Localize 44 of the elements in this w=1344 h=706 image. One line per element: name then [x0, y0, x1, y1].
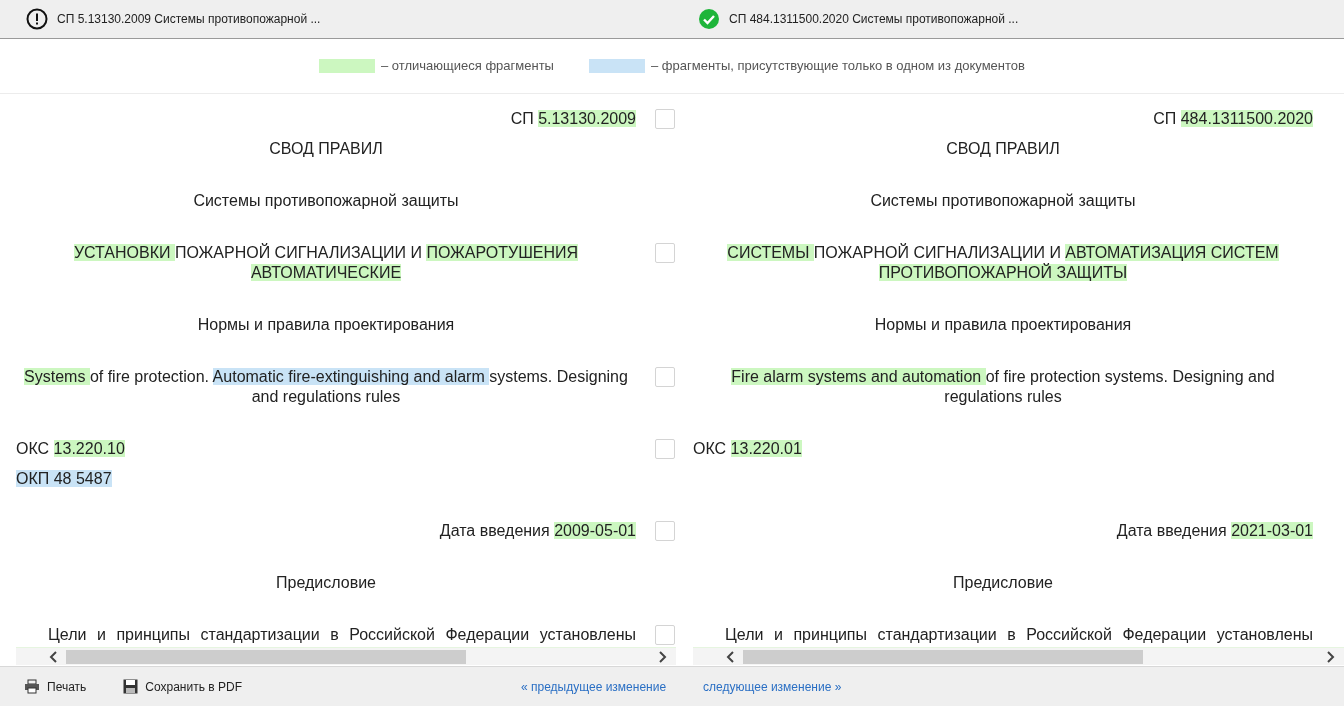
scrollbar-thumb[interactable] [743, 649, 1143, 664]
checkbox[interactable] [654, 367, 675, 387]
previous-change-link[interactable]: « предыдущее изменение [521, 677, 667, 696]
paragraph-text: СВОД ПРАВИЛ [268, 139, 384, 159]
horizontal-scrollbar[interactable] [16, 647, 676, 665]
printer-icon [24, 679, 40, 694]
checkbox[interactable] [654, 109, 675, 129]
paragraph-text: Цели и принципы стандартизации в Российской Федерации установлены [724, 625, 1313, 645]
paragraph-text: Цели и принципы стандартизации в Российской Федерации установлены [47, 625, 636, 645]
paragraph-text: ОКС 13.220.10 [16, 439, 126, 459]
paragraph-text: Systems of fire protection. Automatic fire-extinguishing and alarm systems. Designing and regulations rules [23, 367, 629, 407]
warning-icon [26, 8, 48, 30]
checkbox[interactable] [654, 521, 675, 541]
legend-label: – фрагменты, присутствующие только в одном из документов [650, 57, 1025, 76]
paragraph-text: Нормы и правила проектирования [196, 315, 456, 335]
paragraph-text: Системы противопожарной защиты [192, 191, 460, 211]
paragraph-text: ОКС 13.220.01 [693, 439, 803, 459]
print-button[interactable]: Печать [24, 677, 87, 696]
document-title: СП 5.13130.2009 Системы противопожарной ... [57, 11, 321, 28]
checkbox[interactable] [654, 243, 675, 263]
legend-swatch [588, 59, 645, 73]
paragraph-text: Дата введения 2021-03-01 [1115, 521, 1313, 541]
paragraph-text: Предисловие [275, 573, 377, 593]
paragraph-text: СВОД ПРАВИЛ [945, 139, 1061, 159]
horizontal-scrollbar[interactable] [693, 647, 1344, 665]
paragraph-text: Системы противопожарной защиты [869, 191, 1137, 211]
paragraph-text: СП 5.13130.2009 [509, 109, 636, 129]
checkbox[interactable] [654, 439, 675, 459]
legend-swatch [319, 59, 376, 73]
scrollbar-thumb[interactable] [66, 649, 466, 664]
checkbox[interactable] [654, 625, 675, 645]
paragraph-text: ОКП 48 5487 [16, 469, 113, 489]
paragraph-text: СИСТЕМЫ ПОЖАРНОЙ СИГНАЛИЗАЦИИ И АВТОМАТИЗАЦИЯ СИСТЕМ ПРОТИВОПОЖАРНОЙ ЗАЩИТЫ [726, 243, 1280, 283]
document-title: СП 484.1311500.2020 Системы противопожарной ... [729, 11, 1019, 28]
legend-label: – отличающиеся фрагменты [381, 57, 554, 76]
paragraph-text: Нормы и правила проектирования [873, 315, 1133, 335]
paragraph-text: СП 484.1311500.2020 [1152, 109, 1313, 129]
paragraph-text: Fire alarm systems and automation of fire protection systems. Designing and regulations rules [730, 367, 1276, 407]
check-icon [698, 8, 720, 30]
paragraph-text: Дата введения 2009-05-01 [438, 521, 636, 541]
save-pdf-button[interactable]: Сохранить в PDF [123, 677, 242, 696]
paragraph-text: УСТАНОВКИ ПОЖАРНОЙ СИГНАЛИЗАЦИИ И ПОЖАРОТУШЕНИЯ АВТОМАТИЧЕСКИЕ [72, 243, 580, 283]
next-change-link[interactable]: следующее изменение » [703, 677, 842, 696]
paragraph-text: Предисловие [952, 573, 1054, 593]
